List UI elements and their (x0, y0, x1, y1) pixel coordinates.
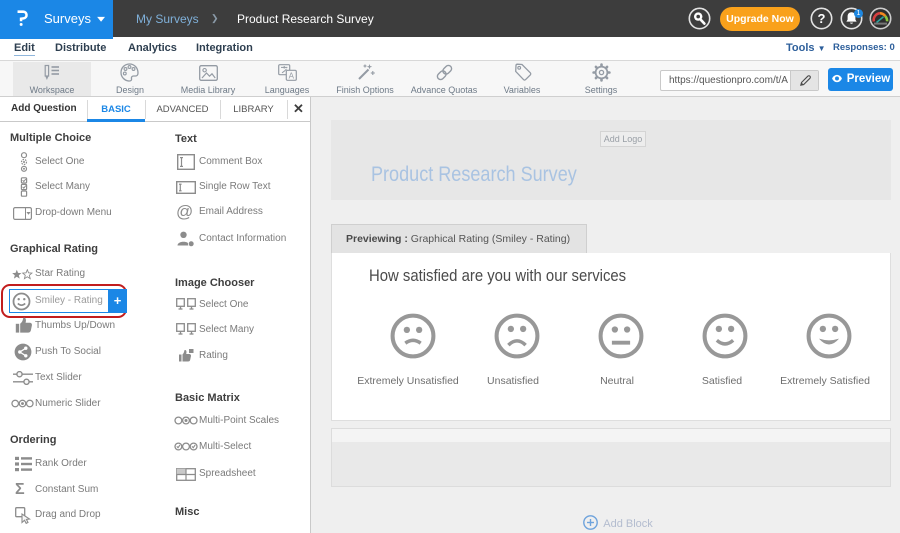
svg-text:?: ? (818, 11, 826, 26)
svg-text:A: A (289, 71, 295, 80)
